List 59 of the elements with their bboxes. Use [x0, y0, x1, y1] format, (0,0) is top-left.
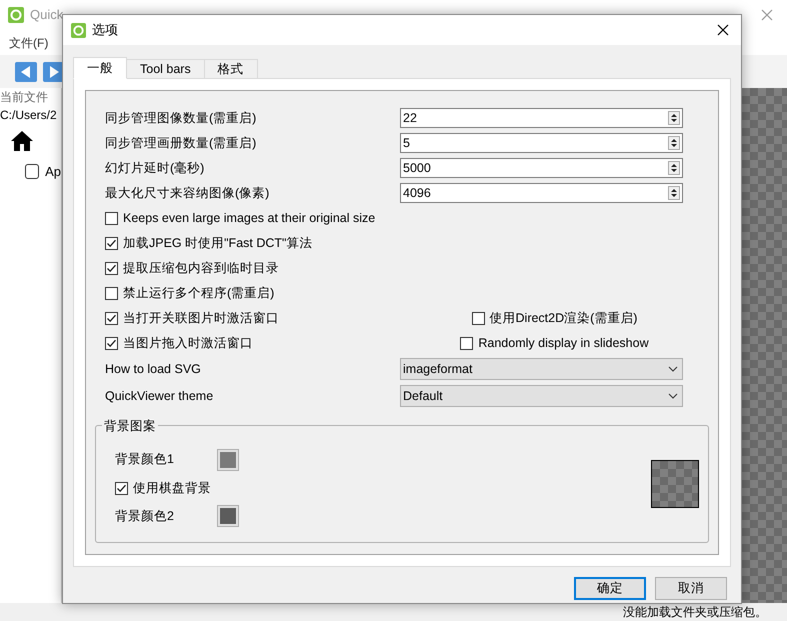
checkbox[interactable]	[105, 236, 118, 250]
spin-field[interactable]: 5000	[400, 158, 683, 178]
app-logo-icon	[8, 7, 24, 23]
checkbox-label: 提取压缩包内容到临时目录	[123, 260, 279, 277]
status-text: 没能加载文件夹或压缩包。	[623, 604, 767, 621]
spinner-arrows-icon[interactable]	[668, 111, 680, 125]
color-label: 背景颜色2	[115, 508, 175, 525]
menu-item[interactable]: 文件(F)	[9, 34, 48, 52]
checkbox-label: Randomly display in slideshow	[478, 334, 649, 352]
checkbox-label: 当打开关联图片时激活窗口	[123, 310, 279, 327]
checkbox-label: 当图片拖入时激活窗口	[123, 334, 253, 352]
home-icon[interactable]	[10, 130, 34, 152]
checkbox[interactable]	[472, 312, 485, 324]
dialog-button[interactable]: 取消	[655, 577, 727, 600]
spin-value: 22	[403, 110, 418, 127]
checkbox[interactable]	[115, 482, 128, 494]
setting-label: 最大化尺寸来容纳图像(像素)	[105, 184, 270, 202]
setting-label: 幻灯片延时(毫秒)	[105, 160, 204, 177]
app-logo-icon	[71, 22, 86, 38]
setting-label: How to load SVG	[105, 360, 201, 378]
setting-label: QuickViewer theme	[105, 388, 214, 405]
dialog-button[interactable]: 确定	[574, 577, 646, 600]
chevron-down-icon	[668, 393, 678, 399]
spinner-arrows-icon[interactable]	[668, 186, 680, 200]
dropdown[interactable]: Default	[400, 385, 683, 407]
spinner-arrows-icon[interactable]	[668, 136, 680, 150]
checkerboard-preview	[651, 460, 699, 508]
checkbox[interactable]	[105, 262, 118, 274]
checkbox-label: 使用Direct2D渲染(需重启)	[490, 310, 638, 327]
setting-label: 同步管理图像数量(需重启)	[105, 110, 256, 127]
checkbox-label: Keeps even large images at their original size	[123, 210, 376, 227]
setting-label: 同步管理画册数量(需重启)	[105, 134, 256, 152]
dialog-title: 选项	[92, 21, 118, 40]
spin-value: 5000	[403, 160, 432, 177]
spin-field[interactable]: 4096	[400, 183, 683, 203]
dropdown[interactable]: imageformat	[400, 358, 683, 380]
folder-label: 当前文件	[0, 89, 49, 106]
spin-field[interactable]: 22	[400, 108, 683, 128]
folder-path: C:/Users/2	[0, 107, 58, 124]
checkbox[interactable]	[460, 336, 474, 350]
tab[interactable]: 一般	[73, 57, 127, 79]
spin-value: 4096	[403, 184, 432, 202]
tree-checkbox[interactable]	[25, 164, 40, 180]
window-title: Quick	[30, 6, 64, 24]
checkbox-label: 加载JPEG 时使用"Fast DCT"算法	[123, 234, 312, 252]
checkbox[interactable]	[105, 312, 118, 324]
checkbox-label: 禁止运行多个程序(需重启)	[123, 284, 274, 302]
checkbox-label: 使用棋盘背景	[133, 480, 211, 497]
spin-value: 5	[403, 134, 411, 152]
tab[interactable]: 格式	[204, 59, 258, 79]
checkbox[interactable]	[105, 286, 118, 300]
chevron-down-icon	[668, 366, 678, 372]
spinner-arrows-icon[interactable]	[668, 161, 680, 175]
spin-field[interactable]: 5	[400, 133, 683, 153]
checkbox[interactable]	[105, 212, 118, 224]
color-label: 背景颜色1	[115, 451, 175, 468]
close-icon[interactable]	[717, 24, 729, 36]
tree-item[interactable]: Ap	[45, 162, 61, 182]
checkbox[interactable]	[105, 336, 118, 350]
